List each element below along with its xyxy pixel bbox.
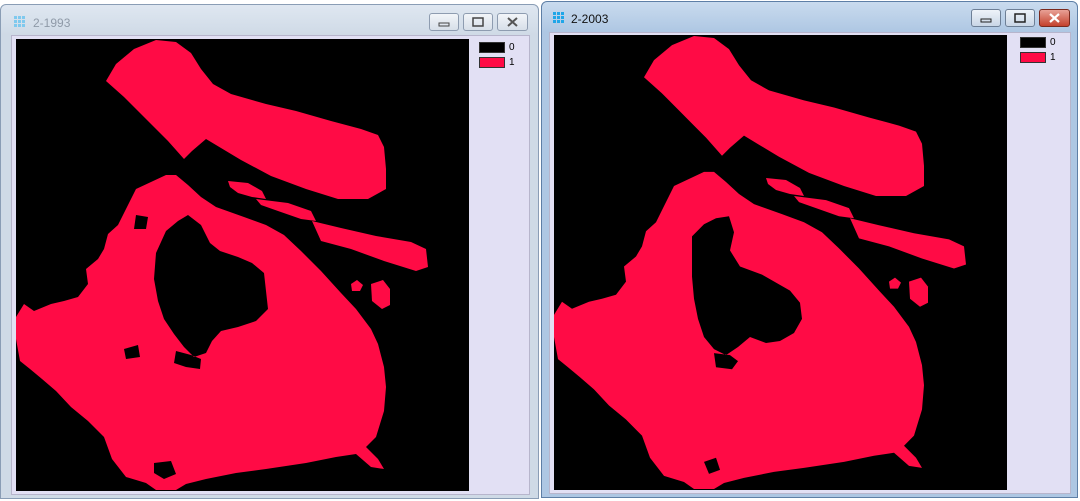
- legend-label-0: 0: [1050, 37, 1056, 48]
- map-panel: 0 1: [11, 35, 530, 495]
- restore-icon: [1014, 13, 1026, 23]
- map-window-1993[interactable]: 2-1993 0 1: [0, 4, 539, 499]
- close-icon: [507, 17, 518, 27]
- raster-grid-icon: [552, 11, 566, 25]
- close-icon: [1049, 13, 1060, 23]
- minimize-icon: [438, 22, 450, 27]
- window-title: 2-1993: [33, 16, 71, 30]
- legend-label-1: 1: [1050, 52, 1056, 63]
- raster-map-1993: [16, 40, 428, 490]
- title-bar[interactable]: 2-1993: [1, 5, 538, 35]
- map-panel: 0 1: [549, 32, 1071, 494]
- legend-label-1: 1: [509, 57, 515, 68]
- close-button[interactable]: [1039, 9, 1070, 27]
- legend-swatch-0: [479, 42, 505, 53]
- raster-map-canvas[interactable]: [554, 35, 1007, 490]
- map-window-2003[interactable]: 2-2003 0 1: [541, 1, 1078, 498]
- raster-map-2003: [554, 36, 966, 489]
- legend-label-0: 0: [509, 42, 515, 53]
- minimize-button[interactable]: [971, 9, 1001, 27]
- restore-button[interactable]: [463, 13, 493, 31]
- restore-icon: [472, 17, 484, 27]
- legend-swatch-1: [1020, 52, 1046, 63]
- close-button[interactable]: [497, 13, 528, 31]
- minimize-button[interactable]: [429, 13, 459, 31]
- raster-map-canvas[interactable]: [16, 39, 469, 491]
- minimize-icon: [980, 18, 992, 23]
- legend-swatch-0: [1020, 37, 1046, 48]
- legend-swatch-1: [479, 57, 505, 68]
- restore-button[interactable]: [1005, 9, 1035, 27]
- window-title: 2-2003: [571, 12, 609, 26]
- title-bar[interactable]: 2-2003: [542, 2, 1077, 32]
- raster-grid-icon: [13, 15, 27, 29]
